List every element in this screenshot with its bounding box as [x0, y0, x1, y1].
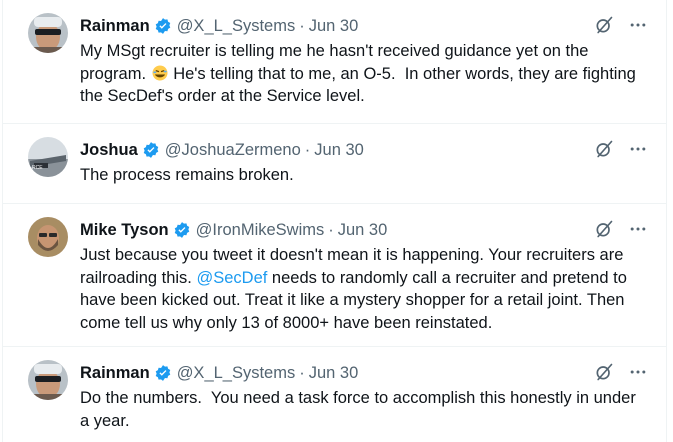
tweet[interactable]: Rainman @X_L_Systems · Jun 30 Do the num…	[3, 347, 666, 442]
handle[interactable]: @X_L_Systems	[177, 364, 296, 383]
display-name[interactable]: Rainman	[80, 17, 150, 36]
avatar[interactable]: RCE	[28, 137, 68, 177]
rolling-on-floor-laughing-emoji-icon	[151, 64, 169, 82]
bearded-man-avatar-icon	[28, 217, 68, 257]
tweet-text: The process remains broken.	[80, 166, 294, 184]
timestamp[interactable]: Jun 30	[309, 17, 359, 36]
tweet-actions	[594, 139, 648, 159]
tweet[interactable]: Rainman @X_L_Systems · Jun 30 My MSgt re…	[3, 0, 666, 124]
separator-dot: ·	[299, 363, 305, 382]
sunglasses-man-avatar-icon	[28, 13, 68, 53]
display-name[interactable]: Mike Tyson	[80, 221, 169, 240]
avatar[interactable]	[28, 360, 68, 400]
more-options-icon[interactable]	[628, 15, 648, 35]
tweet-header: Rainman @X_L_Systems · Jun 30	[80, 15, 654, 37]
handle[interactable]: @IronMikeSwims	[196, 221, 325, 240]
verified-badge-icon	[154, 364, 172, 382]
separator-dot: ·	[304, 140, 311, 159]
aircraft-avatar-icon: RCE	[28, 137, 68, 177]
tweet-actions	[594, 362, 648, 382]
tweet-actions	[594, 15, 648, 35]
grok-icon[interactable]	[594, 362, 614, 382]
separator-dot: ·	[328, 220, 334, 239]
handle[interactable]: @JoshuaZermeno	[165, 141, 301, 160]
tweet-header: Joshua @JoshuaZermeno · Jun 30	[80, 139, 654, 161]
sunglasses-man-avatar-icon	[28, 360, 68, 400]
svg-text:RCE: RCE	[32, 165, 43, 171]
tweet[interactable]: Mike Tyson @IronMikeSwims · Jun 30 Just …	[3, 204, 666, 347]
timestamp[interactable]: Jun 30	[314, 141, 364, 160]
tweet-text: Just because you tweet it doesn't mean i…	[80, 244, 644, 334]
grok-icon[interactable]	[594, 139, 614, 159]
more-options-icon[interactable]	[628, 139, 648, 159]
avatar[interactable]	[28, 13, 68, 53]
avatar[interactable]	[28, 217, 68, 257]
more-options-icon[interactable]	[628, 362, 648, 382]
mention-link[interactable]: @SecDef	[196, 269, 267, 287]
tweet[interactable]: RCE Joshua @JoshuaZermeno · Jun 30 The p…	[3, 124, 666, 204]
handle[interactable]: @X_L_Systems	[177, 17, 296, 36]
tweet-header: Mike Tyson @IronMikeSwims · Jun 30	[80, 219, 654, 241]
grok-icon[interactable]	[594, 219, 614, 239]
tweet-text: Do the numbers. You need a task force to…	[80, 389, 641, 430]
tweet-header: Rainman @X_L_Systems · Jun 30	[80, 362, 654, 384]
verified-badge-icon	[142, 141, 160, 159]
display-name[interactable]: Joshua	[80, 141, 138, 160]
timestamp[interactable]: Jun 30	[338, 221, 388, 240]
timestamp[interactable]: Jun 30	[309, 364, 359, 383]
more-options-icon[interactable]	[628, 219, 648, 239]
separator-dot: ·	[299, 16, 305, 35]
verified-badge-icon	[154, 17, 172, 35]
tweet-actions	[594, 219, 648, 239]
tweet-text: My MSgt recruiter is telling me he hasn'…	[80, 40, 644, 108]
grok-icon[interactable]	[594, 15, 614, 35]
display-name[interactable]: Rainman	[80, 364, 150, 383]
reply-thread: Rainman @X_L_Systems · Jun 30 My MSgt re…	[2, 0, 667, 442]
verified-badge-icon	[173, 221, 191, 239]
